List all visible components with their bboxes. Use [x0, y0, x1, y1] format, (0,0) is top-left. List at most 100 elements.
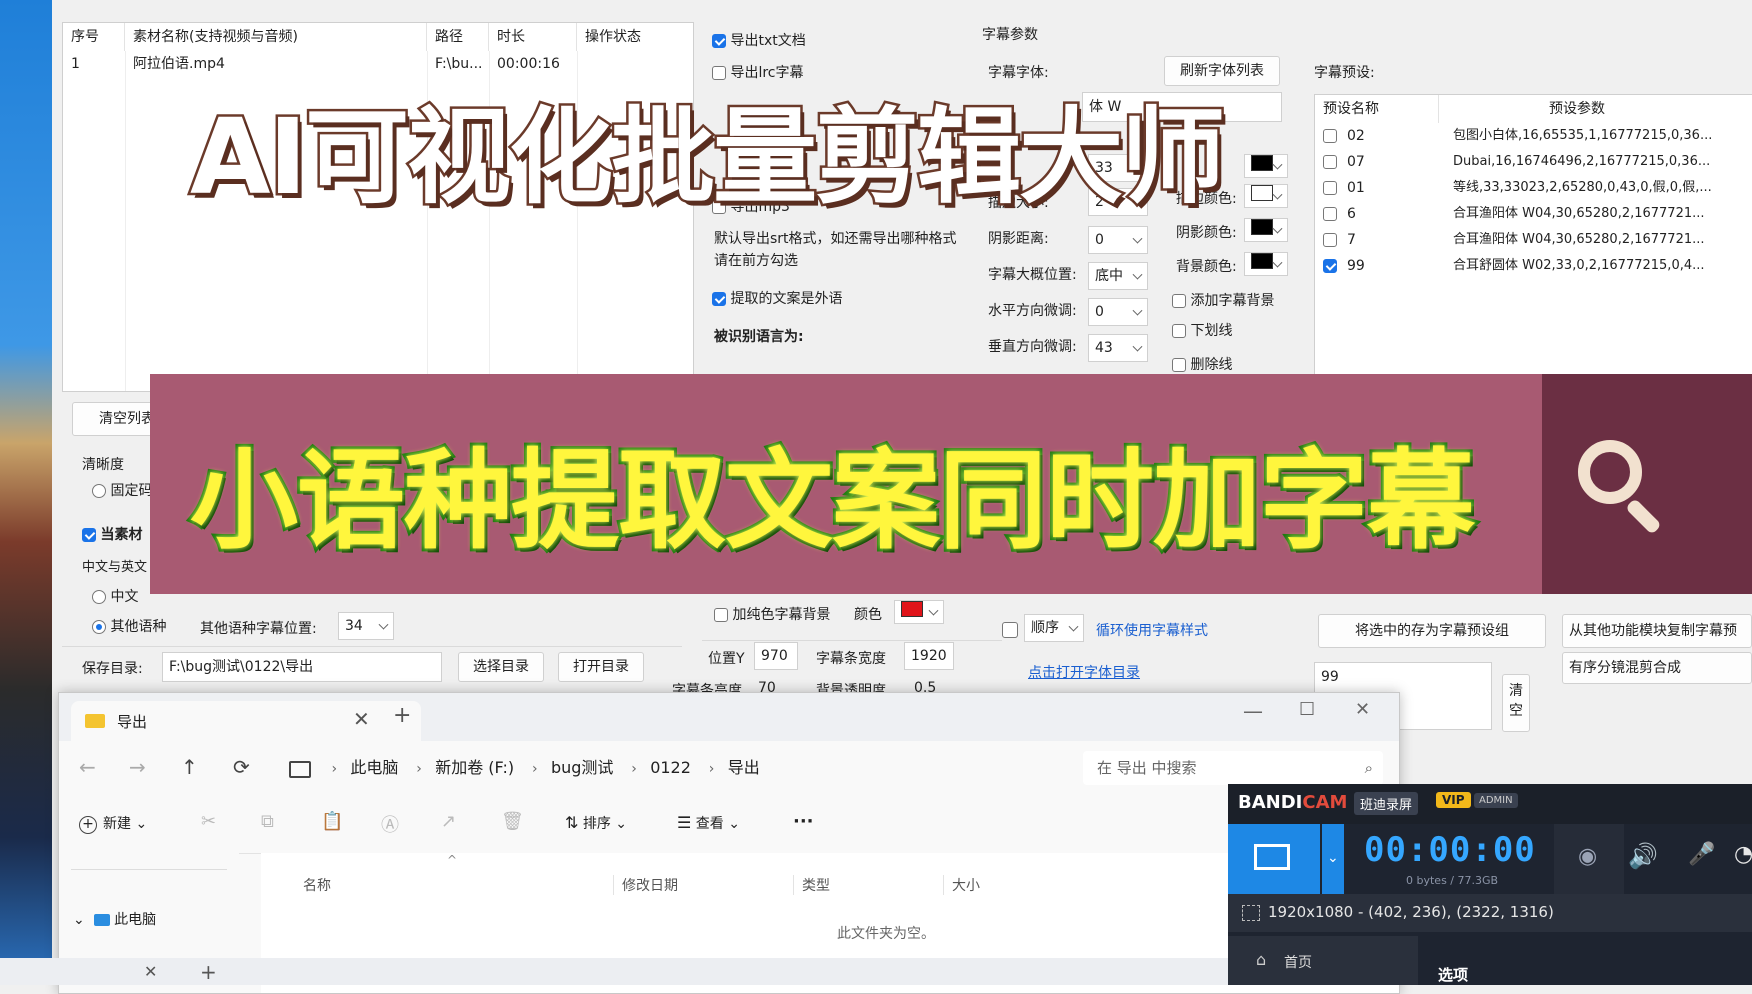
h-adjust-select[interactable]: 0	[1088, 298, 1148, 326]
preset-checkbox[interactable]	[1323, 155, 1337, 169]
back-icon[interactable]: ←	[79, 755, 96, 779]
new-item-button[interactable]: + 新建 ⌄	[79, 813, 147, 834]
other-language-radio[interactable]	[92, 620, 106, 634]
close-window-icon[interactable]: ✕	[1355, 699, 1370, 720]
strikethrough-checkbox[interactable]	[1172, 358, 1186, 372]
v-adjust-select[interactable]: 43	[1088, 334, 1148, 362]
current-material-checkbox[interactable]	[82, 528, 96, 542]
chinese-radio[interactable]	[92, 590, 106, 604]
solid-bg-color-select[interactable]	[894, 600, 944, 624]
search-input[interactable]: 在 导出 中搜索	[1097, 759, 1197, 777]
forward-icon[interactable]: →	[129, 755, 146, 779]
paste-icon[interactable]: 📋	[321, 811, 343, 832]
col-name[interactable]: 名称	[303, 875, 331, 895]
col-header-index[interactable]: 序号	[63, 23, 125, 51]
fixed-bitrate-option[interactable]: 固定码	[92, 480, 152, 500]
solid-bg-checkbox[interactable]	[714, 608, 728, 622]
preset-checkbox[interactable]	[1323, 181, 1337, 195]
options-label[interactable]: 选项	[1438, 964, 1468, 985]
preset-col-name[interactable]: 预设名称	[1315, 95, 1439, 123]
crumb-bug-test[interactable]: bug测试	[551, 758, 613, 777]
foreign-text-option[interactable]: 提取的文案是外语	[712, 288, 842, 308]
preset-col-params[interactable]: 预设参数	[1439, 95, 1752, 123]
outline-color-select[interactable]	[1244, 184, 1288, 208]
search-box[interactable]: 在 导出 中搜索 ⌕	[1083, 751, 1383, 785]
fixed-bitrate-radio[interactable]	[92, 484, 106, 498]
col-header-name[interactable]: 素材名称(支持视频与音频)	[125, 23, 427, 51]
table-row[interactable]: 02 包图小白体,16,65535,1,16777215,0,36...	[1315, 123, 1752, 149]
order-checkbox[interactable]	[1002, 622, 1018, 638]
clear-button[interactable]: 清空	[1502, 674, 1530, 732]
other-language-option[interactable]: 其他语种	[92, 616, 166, 636]
col-header-status[interactable]: 操作状态	[577, 23, 693, 51]
sort-button[interactable]: ⇅ 排序 ⌄	[565, 813, 627, 833]
export-txt-checkbox[interactable]	[712, 34, 726, 48]
ordered-merge-button[interactable]: 有序分镜混剪合成	[1562, 652, 1752, 684]
new-tab-icon[interactable]: +	[200, 960, 217, 984]
more-options-icon[interactable]: ···	[793, 811, 814, 832]
speaker-icon[interactable]: 🔊	[1628, 842, 1658, 870]
preset-checkbox[interactable]	[1323, 259, 1337, 273]
col-header-path[interactable]: 路径	[427, 23, 489, 51]
preset-checkbox[interactable]	[1323, 207, 1337, 221]
table-row[interactable]: 99 合耳舒圆体 W02,33,0,2,16777215,0,4...	[1315, 253, 1752, 279]
crumb-volume-f[interactable]: 新加卷 (F:)	[435, 758, 514, 777]
screen-mode-button[interactable]	[1228, 824, 1320, 894]
view-button[interactable]: ☰ 查看 ⌄	[677, 813, 740, 833]
up-icon[interactable]: ↑	[181, 755, 198, 779]
cycle-style-link[interactable]: 循环使用字幕样式	[1096, 620, 1208, 640]
delete-icon[interactable]: 🗑	[501, 811, 524, 832]
add-subtitle-bg-checkbox[interactable]	[1172, 294, 1186, 308]
table-row[interactable]: 07 Dubai,16,16746496,2,16777215,0,36...	[1315, 149, 1752, 175]
choose-dir-button[interactable]: 选择目录	[458, 652, 544, 682]
microphone-icon[interactable]: 🎤	[1688, 842, 1715, 867]
solid-bg-option[interactable]: 加纯色字幕背景	[714, 604, 830, 624]
shadow-color-select[interactable]	[1244, 218, 1288, 242]
breadcrumb[interactable]: › 此电脑 › 新加卷 (F:) › bug测试 › 0122 › 导出	[285, 751, 1075, 785]
order-select[interactable]: 顺序	[1024, 614, 1084, 642]
presets-table[interactable]: 预设名称 预设参数 02 包图小白体,16,65535,1,16777215,0…	[1314, 94, 1752, 378]
table-row[interactable]: 01 等线,33,33023,2,65280,0,43,0,假,0,假,...	[1315, 175, 1752, 201]
close-tab-icon[interactable]: ✕	[353, 707, 370, 731]
underline-option[interactable]: 下划线	[1172, 320, 1232, 340]
new-tab-icon[interactable]: +	[393, 703, 411, 728]
chinese-option[interactable]: 中文	[92, 586, 138, 606]
table-row[interactable]: 6 合耳渔阳体 W04,30,65280,2,1677721...	[1315, 201, 1752, 227]
mode-dropdown[interactable]: ⌄	[1322, 824, 1344, 894]
export-txt-option[interactable]: 导出txt文档	[712, 30, 806, 50]
crumb-0122[interactable]: 0122	[650, 758, 691, 777]
preset-checkbox[interactable]	[1323, 233, 1337, 247]
strikethrough-option[interactable]: 删除线	[1172, 354, 1232, 374]
webcam-button[interactable]: ◉	[1554, 824, 1624, 894]
col-size[interactable]: 大小	[943, 875, 980, 895]
save-dir-input[interactable]: F:\bug测试\0122\导出	[162, 652, 442, 682]
share-icon[interactable]: ↗	[441, 811, 456, 832]
col-header-duration[interactable]: 时长	[489, 23, 577, 51]
bg-color-select[interactable]	[1244, 252, 1288, 276]
minimize-icon[interactable]: —	[1243, 699, 1263, 723]
foreign-text-checkbox[interactable]	[712, 292, 726, 306]
copy-from-module-button[interactable]: 从其他功能模块复制字幕预	[1562, 614, 1752, 648]
table-row[interactable]: 7 合耳渔阳体 W04,30,65280,2,1677721...	[1315, 227, 1752, 253]
crumb-export[interactable]: 导出	[728, 758, 760, 777]
bar-width-input[interactable]: 1920	[904, 642, 954, 670]
crumb-this-pc[interactable]: 此电脑	[350, 758, 398, 777]
position-select[interactable]: 底中	[1088, 262, 1148, 290]
font-color-select[interactable]	[1244, 154, 1288, 178]
cut-icon[interactable]: ✂	[201, 811, 216, 832]
underline-checkbox[interactable]	[1172, 324, 1186, 338]
home-nav-item[interactable]: ⌂ 首页	[1228, 936, 1418, 985]
maximize-icon[interactable]: ☐	[1299, 699, 1315, 720]
save-preset-button[interactable]: 将选中的存为字幕预设组	[1318, 614, 1546, 648]
shadow-distance-select[interactable]: 0	[1088, 226, 1148, 254]
rename-icon[interactable]: Ⓐ	[381, 811, 399, 837]
open-font-dir-link[interactable]: 点击打开字体目录	[1028, 662, 1140, 682]
current-material-option[interactable]: 当素材	[82, 524, 142, 544]
nav-item-this-pc[interactable]: ⌄ 此电脑	[73, 909, 156, 929]
explorer-tab[interactable]: 导出 ✕	[71, 701, 421, 741]
copy-icon[interactable]: ⧉	[261, 811, 274, 832]
hook-icon[interactable]: ◔	[1734, 842, 1752, 867]
refresh-icon[interactable]: ⟳	[233, 755, 250, 779]
add-subtitle-bg-option[interactable]: 添加字幕背景	[1172, 290, 1274, 310]
other-lang-position-select[interactable]: 34	[338, 612, 394, 640]
